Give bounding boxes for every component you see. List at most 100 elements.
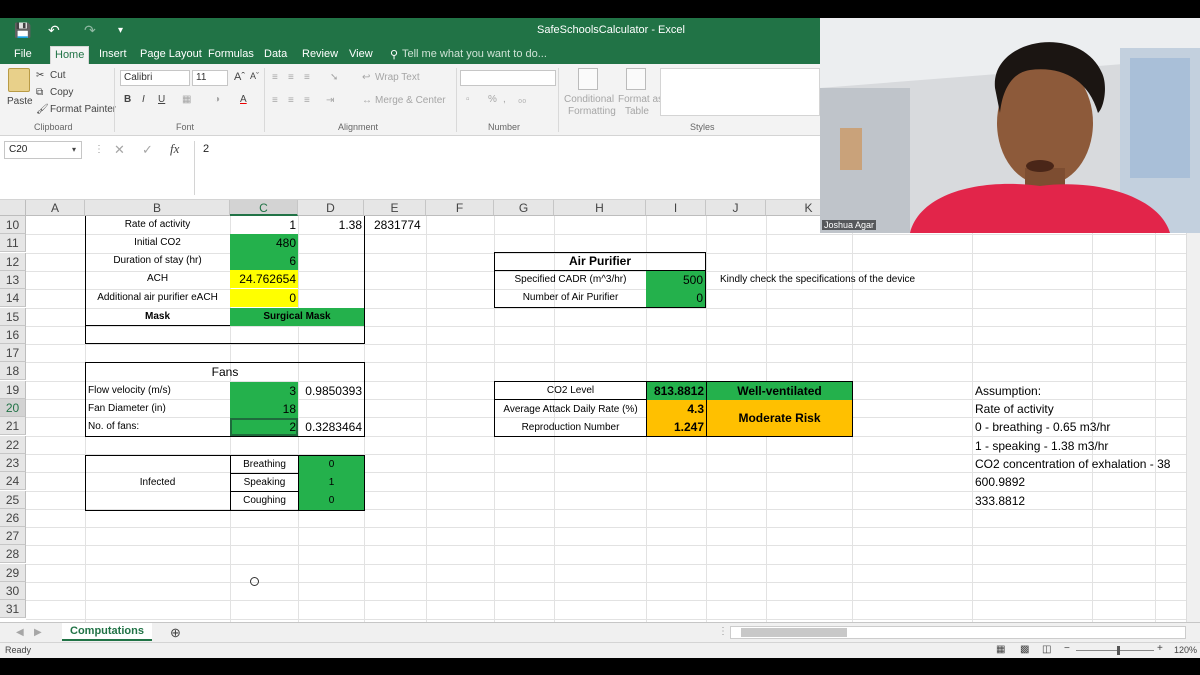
row-header[interactable]: 20 (0, 399, 26, 417)
column-header[interactable]: H (554, 200, 646, 216)
row-header[interactable]: 29 (0, 564, 26, 582)
zoom-out-icon[interactable]: − (1064, 643, 1070, 654)
speaking-value[interactable]: 1 (299, 474, 364, 492)
ventilation-status[interactable]: Well-ventilated (707, 382, 852, 400)
borders-icon[interactable]: ▦ (182, 94, 191, 105)
format-painter-icon[interactable]: 🖌 (36, 104, 49, 115)
column-header[interactable]: E (364, 200, 426, 216)
ach-value[interactable]: 24.762654 (230, 270, 298, 288)
paste-icon[interactable] (8, 68, 30, 92)
initial-co2-value[interactable]: 480 (230, 234, 298, 252)
copy-icon[interactable]: ⧉ (36, 87, 43, 98)
co2-level-value[interactable]: 813.8812 (647, 382, 706, 400)
horizontal-scrollbar[interactable] (730, 626, 1186, 639)
format-as-table-icon[interactable] (626, 68, 646, 90)
undo-icon[interactable]: ↶ (48, 22, 60, 39)
align-right-icon[interactable]: ≡ (304, 95, 310, 106)
page-break-view-icon[interactable]: ◫ (1042, 644, 1051, 655)
vertical-scrollbar[interactable] (1186, 216, 1200, 622)
name-box[interactable]: C20 (4, 141, 82, 159)
underline-icon[interactable]: U (158, 94, 165, 105)
attack-rate-value[interactable]: 4.3 (647, 400, 706, 418)
cell-styles-gallery[interactable] (660, 68, 820, 116)
wrap-text-button[interactable]: Wrap Text (375, 72, 420, 83)
indent-icon[interactable]: ⇥ (326, 95, 334, 106)
row-header[interactable]: 11 (0, 234, 26, 252)
row-header[interactable]: 14 (0, 289, 26, 307)
conditional-formatting-icon[interactable] (578, 68, 598, 90)
row-header[interactable]: 26 (0, 509, 26, 527)
orientation-icon[interactable]: ➘ (330, 72, 338, 83)
tab-view[interactable]: View (345, 46, 377, 64)
zoom-in-icon[interactable]: + (1157, 643, 1163, 654)
column-header[interactable]: B (85, 200, 230, 216)
cut-icon[interactable]: ✂ (36, 70, 44, 81)
number-of-air-purifier-value[interactable]: 0 (646, 289, 705, 307)
number-format-select[interactable] (460, 70, 556, 86)
row-header[interactable]: 13 (0, 271, 26, 289)
breathing-value[interactable]: 0 (299, 456, 364, 474)
row-header[interactable]: 17 (0, 344, 26, 362)
align-bottom-icon[interactable]: ≡ (304, 72, 310, 83)
align-top-icon[interactable]: ≡ (272, 72, 278, 83)
row-header[interactable]: 27 (0, 527, 26, 545)
column-header[interactable]: G (494, 200, 554, 216)
coughing-value[interactable]: 0 (299, 492, 364, 510)
row-header[interactable]: 25 (0, 491, 26, 509)
mask-value[interactable]: Surgical Mask (230, 308, 364, 326)
column-header[interactable]: D (298, 200, 364, 216)
sheet-tab-computations[interactable]: Computations (62, 623, 152, 641)
column-header[interactable]: J (706, 200, 766, 216)
insert-function-icon[interactable]: fx (170, 141, 179, 157)
redo-icon[interactable]: ↷ (84, 22, 96, 39)
font-name-select[interactable]: Calibri (120, 70, 190, 86)
increase-decimal-icon[interactable]: ₀₀ (518, 94, 526, 105)
tell-me-box[interactable]: Tell me what you want to do... (398, 46, 551, 64)
paste-button[interactable]: Paste (7, 96, 33, 107)
rate-of-activity-value[interactable]: 1 (230, 216, 298, 234)
currency-icon[interactable]: ▫ (466, 94, 470, 105)
additional-each-value[interactable]: 0 (230, 289, 298, 307)
column-header[interactable]: F (426, 200, 494, 216)
column-header[interactable]: A (26, 200, 85, 216)
font-color-icon[interactable]: A (240, 94, 247, 105)
row-header[interactable]: 16 (0, 326, 26, 344)
spreadsheet-grid[interactable]: A B C D E F G H I J K L 1011121314151617… (0, 200, 1200, 622)
align-center-icon[interactable]: ≡ (288, 95, 294, 106)
row-header[interactable]: 31 (0, 600, 26, 618)
cancel-icon[interactable]: ✕ (114, 142, 125, 158)
row-header[interactable]: 24 (0, 472, 26, 490)
row-header[interactable]: 15 (0, 308, 26, 326)
save-icon[interactable]: 💾 (14, 22, 31, 39)
name-box-dropdown-icon[interactable]: ▾ (72, 145, 76, 154)
font-size-select[interactable]: 11 (192, 70, 228, 86)
e10-value[interactable]: 2831774 (372, 216, 432, 234)
row-header[interactable]: 22 (0, 436, 26, 454)
row-header[interactable]: 19 (0, 381, 26, 399)
no-of-fans-value-selected[interactable]: 2 (230, 418, 298, 436)
copy-button[interactable]: Copy (50, 87, 73, 98)
merge-center-button[interactable]: Merge & Center (375, 95, 446, 106)
tab-page-layout[interactable]: Page Layout (136, 46, 206, 64)
select-all-corner[interactable] (0, 200, 26, 216)
d18-value[interactable]: 0.9850393 (298, 382, 364, 400)
align-middle-icon[interactable]: ≡ (288, 72, 294, 83)
percent-icon[interactable]: % (488, 94, 497, 105)
add-sheet-icon[interactable]: ⊕ (170, 625, 181, 641)
grow-font-icon[interactable]: Aˆ (234, 71, 245, 83)
tab-formulas[interactable]: Formulas (204, 46, 258, 64)
merge-icon[interactable]: ↔ (362, 95, 372, 106)
prev-sheet-icon[interactable]: ◀ (16, 627, 24, 638)
align-left-icon[interactable]: ≡ (272, 95, 278, 106)
reproduction-number-value[interactable]: 1.247 (647, 418, 706, 436)
tab-data[interactable]: Data (260, 46, 291, 64)
fill-color-icon[interactable]: ◑ (214, 94, 220, 105)
tab-split-handle[interactable]: ⋮ (718, 626, 728, 637)
shrink-font-icon[interactable]: Aˇ (250, 71, 259, 81)
tab-home[interactable]: Home (50, 46, 90, 64)
italic-icon[interactable]: I (142, 94, 145, 105)
tab-review[interactable]: Review (298, 46, 342, 64)
row-header[interactable]: 21 (0, 417, 26, 435)
enter-icon[interactable]: ✓ (142, 142, 153, 158)
d10-value[interactable]: 1.38 (298, 216, 364, 234)
